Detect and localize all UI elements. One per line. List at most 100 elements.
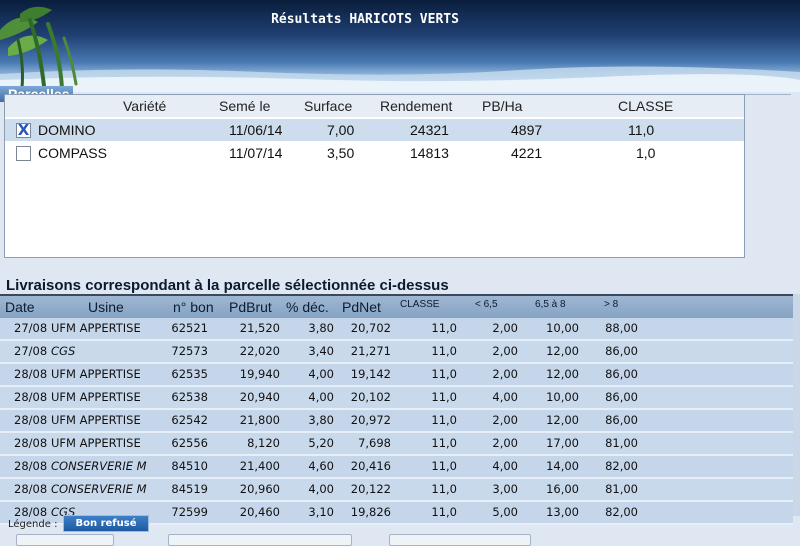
- classe-value: 11,0: [431, 321, 457, 335]
- seme-le-value: 11/07/14: [229, 145, 283, 161]
- 6-5-a-8-value: 12,00: [546, 344, 579, 358]
- usine-value: UFM APPERTISE: [51, 321, 141, 335]
- n-bon-value: 62538: [171, 390, 208, 404]
- rendement-value: 24321: [410, 122, 449, 138]
- pdbrut-value: 21,400: [239, 459, 280, 473]
- pct-dec-value: 4,00: [308, 482, 334, 496]
- livraison-row[interactable]: 28/08 UFM APPERTISE 62538 20,940 4,00 20,102 1…: [0, 387, 793, 410]
- pdbrut-value: 22,020: [239, 344, 280, 358]
- livraisons-table-body: 27/08 UFM APPERTISE 62521 21,520 3,80 20,702 1…: [0, 318, 793, 525]
- pct-dec-value: 4,60: [308, 459, 334, 473]
- parcelle-row[interactable]: X DOMINO 11/06/14 7,00 24321 4897 11,0: [5, 119, 744, 141]
- col-pdbrut: PdBrut: [229, 299, 272, 315]
- col-usine: Usine: [88, 299, 124, 315]
- 6-5-a-8-value: 13,00: [546, 505, 579, 519]
- pdnet-value: 20,972: [350, 413, 391, 427]
- pct-dec-value: 3,80: [308, 321, 334, 335]
- col-6-5-a-8: 6,5 à 8: [535, 299, 566, 310]
- 6-5-a-8-value: 10,00: [546, 390, 579, 404]
- classe-value: 11,0: [628, 122, 655, 138]
- gt-8-value: 86,00: [605, 390, 638, 404]
- classe-value: 11,0: [431, 436, 457, 450]
- parcelles-header-row: Variété Semé le Surface Rendement PB/Ha …: [5, 95, 744, 117]
- col-classe: CLASSE: [618, 98, 674, 114]
- col-classe: CLASSE: [400, 299, 440, 310]
- livraison-row[interactable]: 28/08 CONSERVERIE M 84519 20,960 4,00 20,122 1…: [0, 479, 793, 502]
- gt-8-value: 86,00: [605, 344, 638, 358]
- variete-value: DOMINO: [38, 122, 96, 138]
- gt-8-value: 82,00: [605, 459, 638, 473]
- col-rendement: Rendement: [380, 98, 453, 114]
- footer-button[interactable]: [168, 534, 352, 546]
- livraison-row[interactable]: 28/08 UFM APPERTISE 62556 8,120 5,20 7,698 11,…: [0, 433, 793, 456]
- col-gt-8: > 8: [604, 299, 619, 310]
- usine-value: UFM APPERTISE: [51, 413, 141, 427]
- livraison-row[interactable]: 28/08 UFM APPERTISE 62542 21,800 3,80 20,972 1…: [0, 410, 793, 433]
- n-bon-value: 84519: [171, 482, 208, 496]
- footer-button[interactable]: [16, 534, 114, 546]
- pdbrut-value: 20,940: [239, 390, 280, 404]
- 6-5-a-8-value: 12,00: [546, 367, 579, 381]
- livraison-row[interactable]: 27/08 CGS 72573 22,020 3,40 21,271 11,0 2,00 12,…: [0, 341, 793, 364]
- gt-8-value: 81,00: [605, 436, 638, 450]
- col-date: Date: [5, 299, 35, 315]
- col-pb-ha: PB/Ha: [482, 98, 523, 114]
- pb-ha-value: 4221: [511, 145, 543, 161]
- date-value: 28/08: [14, 367, 48, 381]
- classe-value: 11,0: [431, 459, 457, 473]
- date-value: 28/08: [14, 413, 48, 427]
- gt-8-value: 81,00: [605, 482, 638, 496]
- pdbrut-value: 20,960: [239, 482, 280, 496]
- page-title: Résultats HARICOTS VERTS: [271, 12, 459, 27]
- livraisons-title: Livraisons correspondant à la parcelle s…: [6, 277, 449, 294]
- gt-8-value: 86,00: [605, 367, 638, 381]
- date-value: 28/08: [14, 459, 48, 473]
- pdbrut-value: 8,120: [247, 436, 280, 450]
- classe-value: 11,0: [431, 482, 457, 496]
- pdnet-value: 20,702: [350, 321, 391, 335]
- n-bon-value: 62535: [171, 367, 208, 381]
- lt-6-5-value: 2,00: [492, 436, 518, 450]
- livraison-row[interactable]: 28/08 UFM APPERTISE 62535 19,940 4,00 19,142 1…: [0, 364, 793, 387]
- lt-6-5-value: 2,00: [492, 321, 518, 335]
- variete-value: COMPASS: [38, 145, 107, 161]
- gt-8-value: 82,00: [605, 505, 638, 519]
- gt-8-value: 88,00: [605, 321, 638, 335]
- date-value: 27/08: [14, 344, 48, 358]
- n-bon-value: 62556: [171, 436, 208, 450]
- surface-value: 3,50: [327, 145, 355, 161]
- classe-value: 1,0: [636, 145, 656, 161]
- classe-value: 11,0: [431, 505, 457, 519]
- usine-value: CONSERVERIE M: [51, 459, 147, 473]
- usine-value: CGS: [51, 344, 76, 358]
- row-checkbox[interactable]: [16, 146, 31, 161]
- parcelles-table: Variété Semé le Surface Rendement PB/Ha …: [4, 94, 745, 258]
- classe-value: 11,0: [431, 367, 457, 381]
- col-n-bon: n° bon: [173, 299, 214, 315]
- footer-button[interactable]: [389, 534, 531, 546]
- col-lt-6-5: < 6,5: [475, 299, 498, 310]
- n-bon-value: 62542: [171, 413, 208, 427]
- pdnet-value: 7,698: [358, 436, 391, 450]
- date-value: 28/08: [14, 436, 48, 450]
- parcelle-row[interactable]: COMPASS 11/07/14 3,50 14813 4221 1,0: [5, 142, 744, 164]
- classe-value: 11,0: [431, 344, 457, 358]
- usine-value: UFM APPERTISE: [51, 367, 141, 381]
- pb-ha-value: 4897: [511, 122, 543, 138]
- classe-value: 11,0: [431, 413, 457, 427]
- table-right-edge: [793, 294, 800, 516]
- livraison-row[interactable]: 28/08 CONSERVERIE M 84510 21,400 4,60 20,416 1…: [0, 456, 793, 479]
- lt-6-5-value: 4,00: [492, 459, 518, 473]
- n-bon-value: 72599: [171, 505, 208, 519]
- livraison-row[interactable]: 27/08 UFM APPERTISE 62521 21,520 3,80 20,702 1…: [0, 318, 793, 341]
- 6-5-a-8-value: 10,00: [546, 321, 579, 335]
- pdnet-value: 20,122: [350, 482, 391, 496]
- col-variete: Variété: [123, 98, 167, 114]
- pct-dec-value: 4,00: [308, 390, 334, 404]
- row-checkbox[interactable]: X: [16, 121, 31, 139]
- n-bon-value: 84510: [171, 459, 208, 473]
- usine-value: UFM APPERTISE: [51, 436, 141, 450]
- pct-dec-value: 4,00: [308, 367, 334, 381]
- date-value: 28/08: [14, 505, 48, 519]
- pct-dec-value: 3,10: [308, 505, 334, 519]
